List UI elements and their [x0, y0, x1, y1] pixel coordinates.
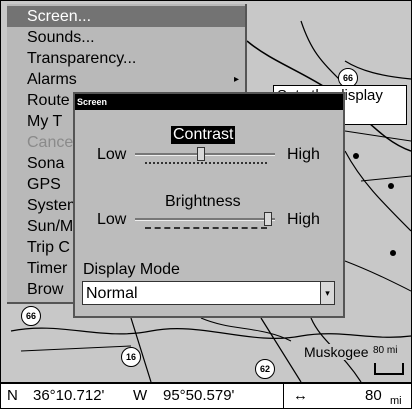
highway-shield: 62	[255, 359, 275, 379]
contrast-slider-track[interactable]	[135, 153, 275, 156]
gps-screen: 66 66 16 62 Muskogee 80 mi Screen... Sou…	[0, 0, 412, 409]
brightness-slider-ticks	[145, 227, 267, 233]
dropdown-arrow-icon[interactable]: ▾	[320, 282, 334, 304]
contrast-high-label: High	[287, 146, 320, 163]
submenu-arrow-icon: ▸	[233, 74, 239, 85]
contrast-label: Contrast	[171, 126, 236, 144]
zoom-range-icon: ↔	[293, 387, 308, 404]
zoom-scale-value: 80	[365, 387, 382, 404]
zoom-scale-unit: mi	[390, 395, 402, 407]
display-mode-label: Display Mode	[83, 261, 180, 278]
city-label: Muskogee	[304, 344, 369, 360]
dialog-title: Screen	[75, 94, 343, 110]
status-bar: N 36°10.712' W 95°50.579' ↔ 80 mi	[1, 382, 411, 408]
menu-item-sounds[interactable]: Sounds...	[7, 27, 245, 48]
display-mode-value: Normal	[86, 285, 138, 302]
longitude-value: 95°50.579'	[163, 387, 235, 404]
latitude-hemisphere: N	[7, 387, 18, 404]
latitude-value: 36°10.712'	[33, 387, 105, 404]
highway-shield: 66	[21, 306, 41, 326]
contrast-slider-ticks	[145, 162, 267, 168]
display-mode-select[interactable]: Normal ▾	[82, 281, 335, 305]
brightness-label: Brightness	[165, 193, 241, 210]
brightness-slider-thumb[interactable]	[264, 212, 272, 226]
contrast-low-label: Low	[97, 146, 127, 163]
contrast-slider-thumb[interactable]	[196, 147, 205, 161]
longitude-hemisphere: W	[133, 387, 148, 404]
brightness-high-label: High	[287, 211, 320, 228]
brightness-low-label: Low	[97, 211, 127, 228]
highway-shield: 16	[121, 347, 141, 367]
scale-bar-label: 80 mi	[373, 345, 398, 356]
scale-bar	[374, 363, 404, 375]
screen-dialog: Screen Contrast Low High Brightness Low …	[73, 92, 345, 318]
status-divider	[283, 384, 284, 408]
menu-item-transparency[interactable]: Transparency...	[7, 48, 245, 69]
menu-item-alarms[interactable]: Alarms ▸	[7, 69, 245, 90]
menu-item-screen[interactable]: Screen...	[7, 6, 245, 27]
brightness-slider-track[interactable]	[135, 218, 275, 221]
